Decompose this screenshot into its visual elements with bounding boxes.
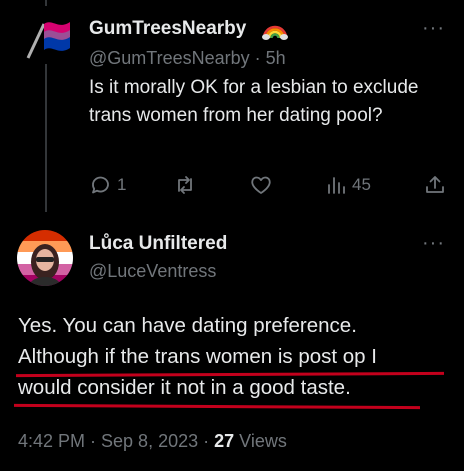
views-count: 45 bbox=[352, 175, 371, 194]
reply-tweet: Lůca Unfiltered @LuceVentress ··· Yes. Y… bbox=[0, 212, 464, 471]
red-annotation-underline bbox=[13, 403, 421, 410]
post2-text-line: Although if the trans women is post op I bbox=[18, 345, 377, 368]
post2-text-line: Yes. You can have dating preference. bbox=[18, 314, 357, 337]
quoted-tweet: GumTreesNearby @GumTreesNearby · 5h ··· … bbox=[0, 0, 464, 212]
like-button[interactable] bbox=[249, 170, 277, 200]
post2-meta: 4:42 PM · Sep 8, 2023 · 27 Views bbox=[18, 431, 287, 452]
share-icon bbox=[426, 176, 444, 193]
retweet-icon bbox=[178, 176, 192, 194]
bisexual-flag-avatar[interactable] bbox=[18, 6, 76, 64]
post1-more-icon[interactable]: ··· bbox=[422, 17, 445, 40]
views-chart-icon bbox=[328, 177, 345, 194]
post2-text: Yes. You can have dating preference. Alt… bbox=[18, 310, 448, 403]
post2-display-name[interactable]: Lůca Unfiltered bbox=[89, 233, 227, 255]
rainbow-emoji-icon bbox=[262, 25, 288, 40]
share-button[interactable] bbox=[423, 170, 447, 200]
post2-more-icon[interactable]: ··· bbox=[422, 232, 445, 255]
retweet-button[interactable] bbox=[173, 170, 201, 200]
post2-views-count: 27 bbox=[214, 431, 235, 451]
post2-handle[interactable]: @LuceVentress bbox=[89, 261, 216, 282]
post2-timestamp[interactable]: 4:42 PM · Sep 8, 2023 · bbox=[18, 431, 214, 451]
views-button[interactable]: 45 bbox=[324, 170, 371, 200]
profile-avatar[interactable] bbox=[17, 230, 73, 286]
post1-display-name[interactable]: GumTreesNearby bbox=[89, 18, 246, 40]
reply-icon bbox=[92, 176, 109, 194]
post1-text: Is it morally OK for a lesbian to exclud… bbox=[89, 77, 419, 126]
heart-icon bbox=[251, 176, 271, 194]
reply-count: 1 bbox=[117, 175, 127, 194]
post1-action-bar: 1 45 bbox=[89, 170, 449, 200]
reply-button[interactable]: 1 bbox=[89, 170, 126, 200]
post1-handle-time[interactable]: @GumTreesNearby · 5h bbox=[89, 48, 286, 69]
post2-views-label: Views bbox=[234, 431, 287, 451]
